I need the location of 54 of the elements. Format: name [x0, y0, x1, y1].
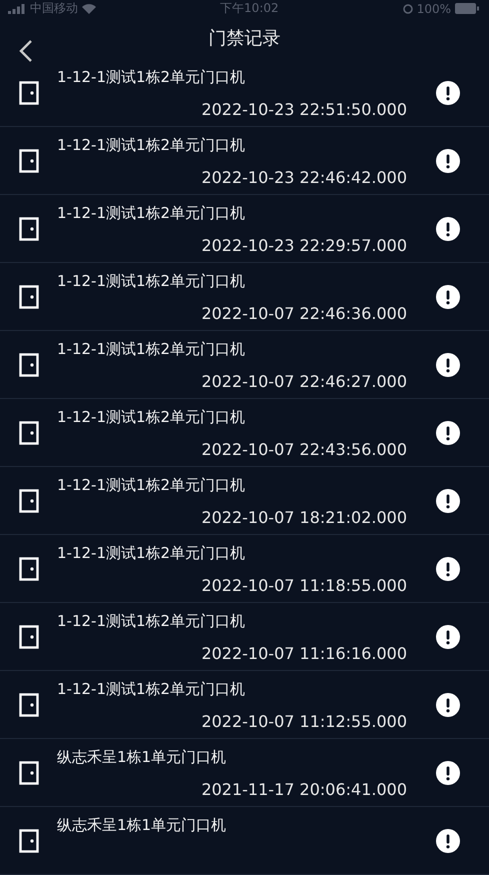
battery-percent: 100% — [416, 2, 451, 16]
device-name: 1-12-1测试1栋2单元门口机 — [57, 408, 246, 427]
door-icon — [18, 488, 38, 512]
device-name: 1-12-1测试1栋2单元门口机 — [57, 476, 246, 495]
alert-icon[interactable] — [436, 624, 460, 648]
record-time: 2022-10-23 22:29:57.000 — [201, 236, 407, 255]
battery-icon — [455, 3, 479, 14]
record-time: 2022-10-23 22:46:42.000 — [201, 168, 407, 187]
door-icon — [18, 828, 38, 852]
record-time: 2022-10-07 11:12:55.000 — [201, 712, 407, 731]
page-title: 门禁记录 — [208, 27, 280, 50]
device-name: 1-12-1测试1栋2单元门口机 — [57, 204, 246, 223]
device-name: 1-12-1测试1栋2单元门口机 — [57, 612, 246, 631]
alert-icon[interactable] — [436, 80, 460, 104]
device-name: 纵志禾呈1栋1单元门口机 — [57, 748, 228, 767]
device-name: 1-12-1测试1栋2单元门口机 — [57, 340, 246, 359]
record-time: 2022-10-07 22:46:36.000 — [201, 304, 407, 323]
door-icon — [18, 352, 38, 376]
door-icon — [18, 692, 38, 716]
carrier-name: 中国移动 — [30, 0, 78, 17]
alert-icon[interactable] — [436, 284, 460, 308]
record-time: 2022-10-07 22:46:27.000 — [201, 372, 407, 391]
clock-time: 下午10:02 — [220, 0, 279, 17]
door-icon — [18, 760, 38, 784]
alert-icon[interactable] — [436, 420, 460, 444]
record-time: 2022-10-07 22:43:56.000 — [201, 440, 407, 459]
alert-icon[interactable] — [436, 828, 460, 852]
door-icon — [18, 216, 38, 240]
alert-icon[interactable] — [436, 488, 460, 512]
alert-icon[interactable] — [436, 692, 460, 716]
record-time: 2021-11-17 20:06:41.000 — [201, 780, 407, 799]
record-time: 2022-10-07 11:18:55.000 — [201, 576, 407, 595]
device-name: 纵志禾呈1栋1单元门口机 — [57, 816, 228, 835]
alert-icon[interactable] — [436, 352, 460, 376]
alert-icon[interactable] — [436, 216, 460, 240]
record-time: 2022-10-07 11:16:16.000 — [201, 644, 407, 663]
device-name: 1-12-1测试1栋2单元门口机 — [57, 272, 246, 291]
door-icon — [18, 148, 38, 172]
alert-icon[interactable] — [436, 148, 460, 172]
door-icon — [18, 556, 38, 580]
door-icon — [18, 624, 38, 648]
door-icon — [18, 80, 38, 104]
alert-icon[interactable] — [436, 760, 460, 784]
alert-icon[interactable] — [436, 556, 460, 580]
wifi-icon — [82, 4, 96, 14]
device-name: 1-12-1测试1栋2单元门口机 — [57, 680, 246, 699]
record-time: 2022-10-23 22:51:50.000 — [201, 100, 407, 119]
device-name: 1-12-1测试1栋2单元门口机 — [57, 68, 246, 87]
device-name: 1-12-1测试1栋2单元门口机 — [57, 544, 246, 563]
door-icon — [18, 420, 38, 444]
door-icon — [18, 284, 38, 308]
signal-icon — [8, 4, 26, 14]
record-time: 2022-10-07 18:21:02.000 — [201, 508, 407, 527]
device-name: 1-12-1测试1栋2单元门口机 — [57, 136, 246, 155]
